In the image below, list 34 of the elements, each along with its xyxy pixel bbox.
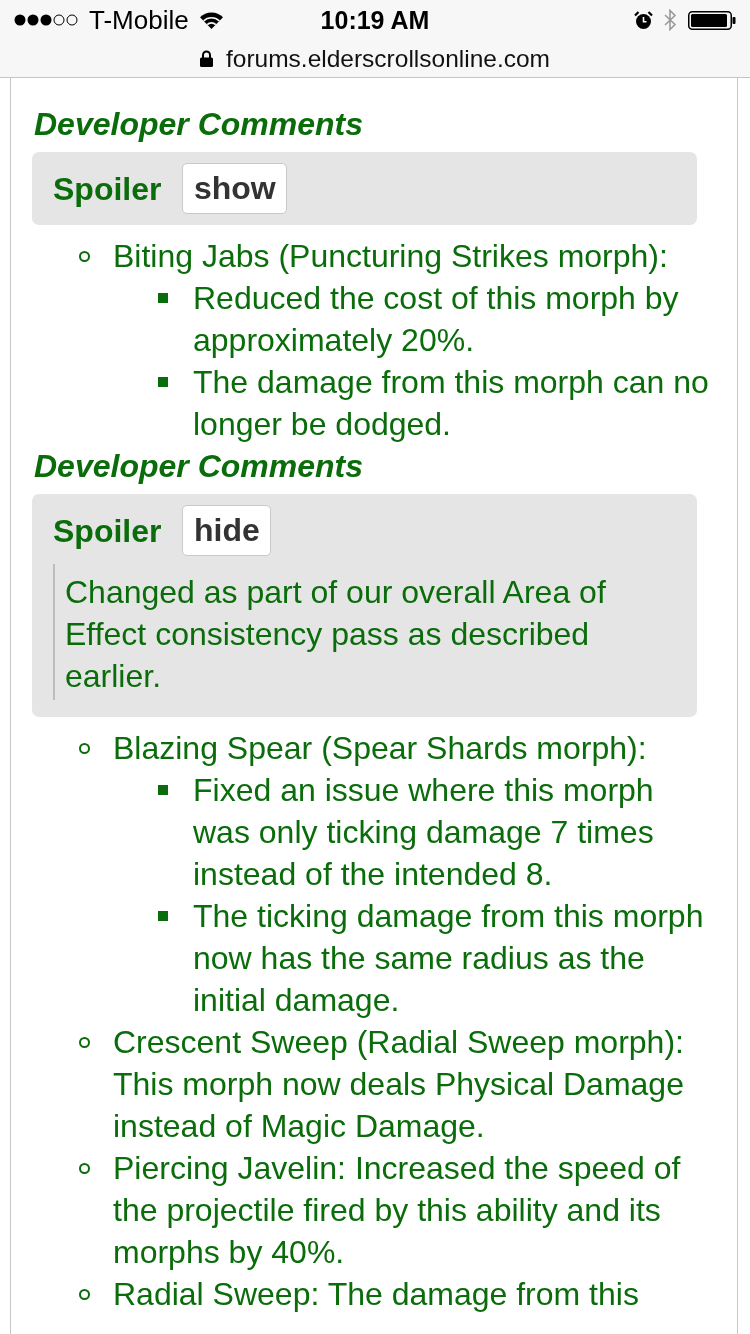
circle-bullet-icon <box>79 1036 90 1048</box>
circle-bullet-icon <box>79 1162 90 1174</box>
spoiler-label: Spoiler <box>53 169 162 208</box>
carrier-name: T-Mobile <box>89 5 189 35</box>
lock-icon <box>199 50 213 67</box>
list-item-text: Fixed an issue where this morph was only ticking damage 7 times instead of the intended 8. <box>193 771 655 894</box>
signal-strength-icon <box>14 14 78 26</box>
square-bullet-icon <box>158 911 168 921</box>
battery-icon <box>688 10 736 30</box>
circle-bullet-icon <box>79 250 90 262</box>
list-item-text: Radial Sweep: The damage from this <box>113 1275 640 1314</box>
list-item-text: Piercing Javelin: Increased the speed of the projectile fired by this ability and its morphs by 40%. <box>113 1149 682 1272</box>
section-heading: Developer Comments <box>33 447 364 486</box>
list-item-text: Crescent Sweep (Radial Sweep morph): This morph now deals Physical Damage instead of Magic Damage. <box>113 1023 685 1146</box>
spoiler-label: Spoiler <box>53 511 162 550</box>
section-heading: Developer Comments <box>33 105 364 144</box>
wifi-icon <box>199 11 223 29</box>
status-time: 10:19 AM <box>320 5 430 35</box>
spoiler-toggle-button[interactable]: show <box>182 163 288 214</box>
circle-bullet-icon <box>79 742 90 754</box>
square-bullet-icon <box>158 377 168 387</box>
spoiler-quote-text: Changed as part of our overall Area of Effect consistency pass as described earlier. <box>53 564 676 700</box>
list-item-text: Biting Jabs (Puncturing Strikes morph): <box>113 237 669 276</box>
list-item-text: The ticking damage from this morph now has the same radius as the initial damage. <box>193 897 705 1020</box>
circle-bullet-icon <box>79 1288 90 1300</box>
alarm-clock-icon <box>634 10 653 30</box>
url-text[interactable]: forums.elderscrollsonline.com <box>225 43 551 74</box>
list-item-text: The damage from this morph can no longer be dodged. <box>193 363 710 444</box>
list-item-text: Reduced the cost of this morph by approximately 20%. <box>193 279 680 360</box>
square-bullet-icon <box>158 293 168 303</box>
spoiler-toggle-button[interactable]: hide <box>182 505 272 556</box>
list-item-text: Blazing Spear (Spear Shards morph): <box>113 729 648 768</box>
square-bullet-icon <box>158 785 168 795</box>
bluetooth-icon <box>664 9 677 31</box>
